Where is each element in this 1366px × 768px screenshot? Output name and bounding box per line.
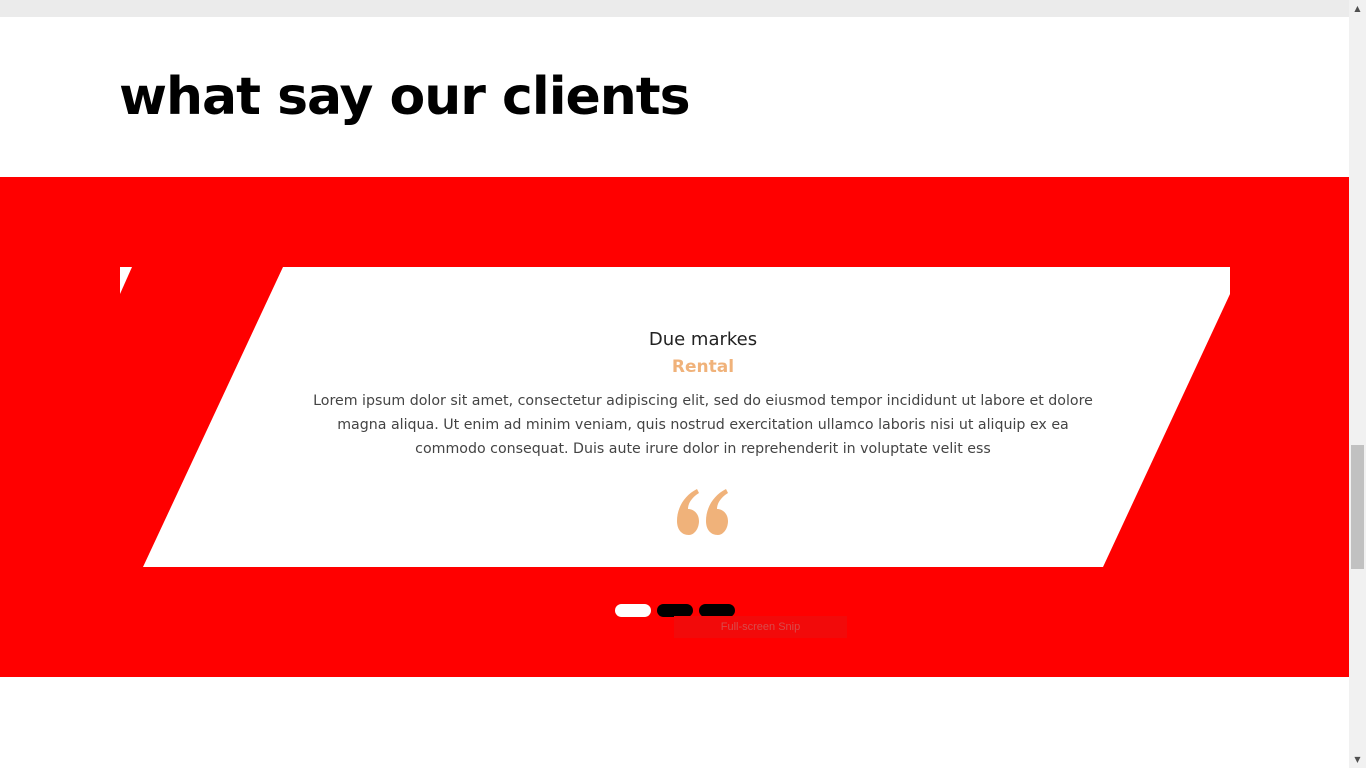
- scroll-up-arrow-icon[interactable]: ▲: [1349, 0, 1366, 17]
- client-name: Due markes: [648, 329, 758, 350]
- scrollbar-thumb[interactable]: [1351, 445, 1364, 569]
- quote-icon: [677, 489, 728, 535]
- scroll-down-arrow-icon[interactable]: ▼: [1349, 751, 1366, 768]
- top-strip: [0, 0, 1349, 17]
- testimonial-text: Lorem ipsum dolor sit amet, consectetur …: [313, 393, 1093, 457]
- carousel-dot-1[interactable]: [615, 604, 651, 617]
- client-role: Rental: [671, 357, 735, 377]
- card-corner-fragment: [120, 267, 132, 294]
- vertical-scrollbar[interactable]: ▲ ▼: [1349, 0, 1366, 768]
- section-heading: what say our clients: [119, 67, 691, 127]
- testimonial-band: Due markes Rental Lorem ipsum dolor sit …: [0, 177, 1349, 677]
- testimonial-content: Due markes Rental Lorem ipsum dolor sit …: [300, 327, 1106, 461]
- snip-tooltip: Full-screen Snip: [674, 616, 847, 638]
- page: what say our clients Due markes Rental L…: [0, 0, 1349, 768]
